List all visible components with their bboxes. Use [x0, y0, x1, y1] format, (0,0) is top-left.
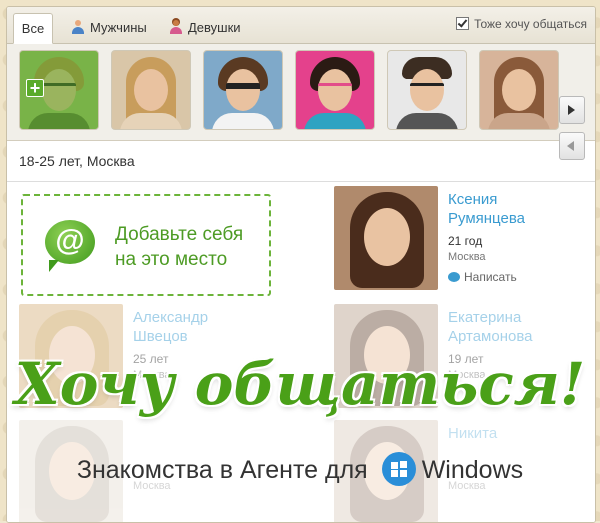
my-photo-thumb[interactable]: + — [19, 50, 99, 130]
profile-photo[interactable] — [334, 420, 438, 522]
profile-age: 21 год — [448, 234, 483, 248]
profile-card[interactable]: Екатерина Артамонова 19 лет Москва — [334, 304, 594, 414]
user-thumb[interactable] — [295, 50, 375, 130]
checkbox-checked-icon[interactable] — [456, 17, 470, 30]
profile-city: Москва — [448, 369, 486, 381]
profile-age: 25 лет — [133, 352, 169, 366]
photo-strip: + — [7, 44, 595, 160]
add-yourself-text: Добавьте себя на это место — [115, 222, 243, 272]
tab-all[interactable]: Все — [13, 13, 53, 44]
next-arrow-button[interactable] — [559, 96, 585, 124]
profile-name[interactable]: Екатерина Артамонова — [448, 308, 578, 346]
profile-name[interactable]: Никита — [448, 424, 578, 443]
profile-card[interactable]: Ксения Румянцева 21 год Москва Написать — [334, 186, 594, 296]
tab-men[interactable]: Мужчины — [61, 13, 157, 43]
prev-arrow-button[interactable] — [559, 132, 585, 160]
profile-age: 19 лет — [448, 352, 484, 366]
profile-city: Москва — [133, 480, 171, 492]
write-label: Написать — [464, 270, 517, 284]
tab-women-label: Девушки — [188, 20, 241, 35]
add-yourself-box[interactable]: @ Добавьте себя на это место — [21, 194, 271, 296]
add-yourself-line2: на это место — [115, 249, 228, 270]
filter-summary[interactable]: 18-25 лет, Москва — [7, 141, 595, 182]
profile-name[interactable]: Ксения Румянцева — [448, 190, 578, 228]
also-want-checkbox[interactable]: Тоже хочу общаться — [456, 17, 587, 31]
female-user-icon — [169, 20, 183, 34]
mail-agent-at-icon: @ — [45, 220, 95, 272]
profile-photo[interactable] — [19, 420, 123, 522]
user-thumb[interactable] — [111, 50, 191, 130]
profile-city: Москва — [448, 480, 486, 492]
user-thumb[interactable] — [479, 50, 559, 130]
tab-women[interactable]: Девушки — [159, 13, 251, 43]
chat-bubble-icon — [448, 272, 460, 282]
profile-city: Москва — [448, 251, 486, 263]
tab-men-label: Мужчины — [90, 20, 147, 35]
write-message-button[interactable]: Написать — [448, 270, 517, 284]
profile-card[interactable]: Никита Москва — [334, 420, 594, 522]
tab-bar: Все Мужчины Девушки Тоже хочу общаться — [7, 7, 595, 44]
profile-photo[interactable] — [19, 304, 123, 408]
male-user-icon — [71, 20, 85, 34]
add-yourself-line1: Добавьте себя — [115, 224, 244, 245]
profile-card[interactable]: Александр Швецов 25 лет Москва — [19, 304, 279, 414]
profile-city: Москва — [133, 369, 171, 381]
dating-window: Все Мужчины Девушки Тоже хочу общаться + — [6, 6, 596, 523]
also-want-label: Тоже хочу общаться — [474, 17, 587, 31]
user-thumb[interactable] — [203, 50, 283, 130]
arrow-right-icon — [568, 105, 575, 115]
profiles-area: @ Добавьте себя на это место Ксения Румя… — [7, 182, 595, 522]
profile-photo[interactable] — [334, 186, 438, 290]
profile-photo[interactable] — [334, 304, 438, 408]
user-thumb[interactable] — [387, 50, 467, 130]
profile-card[interactable]: Москва — [19, 420, 279, 522]
profile-name[interactable]: Александр Швецов — [133, 308, 263, 346]
arrow-left-icon — [567, 141, 574, 151]
add-plus-icon[interactable]: + — [26, 79, 44, 97]
